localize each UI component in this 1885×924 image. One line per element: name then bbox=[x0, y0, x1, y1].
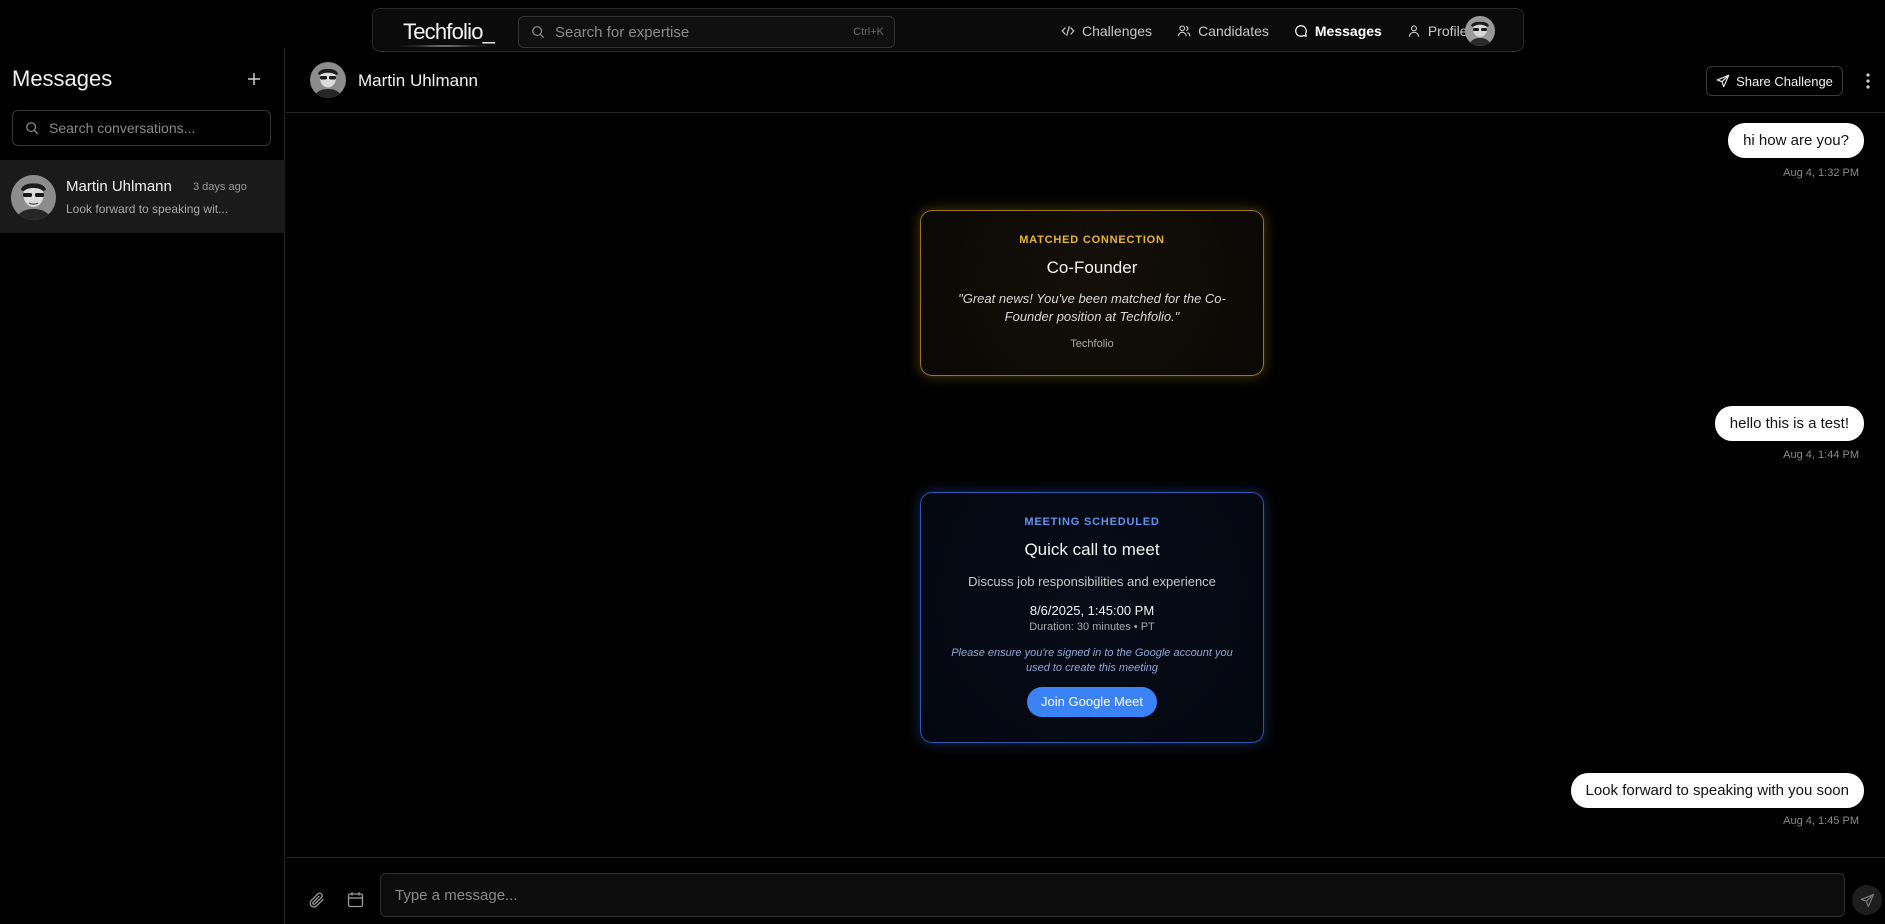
card-quote: "Great news! You've been matched for the… bbox=[958, 291, 1226, 324]
nav-messages[interactable]: Messages bbox=[1294, 23, 1382, 39]
nav-candidates-label: Candidates bbox=[1198, 23, 1269, 39]
new-conversation-icon[interactable] bbox=[243, 68, 265, 90]
conversation-item[interactable]: Martin Uhlmann 3 days ago Look forward t… bbox=[0, 160, 285, 233]
composer-divider bbox=[286, 857, 1885, 858]
more-options-icon[interactable] bbox=[1860, 69, 1876, 93]
nav-challenges[interactable]: Challenges bbox=[1061, 23, 1152, 39]
search-conversations-input[interactable]: Search conversations... bbox=[12, 110, 271, 146]
card-organization: Techfolio bbox=[1070, 338, 1114, 350]
code-icon bbox=[1061, 26, 1075, 36]
meeting-note: Please ensure you're signed in to the Go… bbox=[951, 647, 1233, 674]
sidebar-title: Messages bbox=[12, 66, 113, 91]
chat-header: Martin Uhlmann Share Challenge bbox=[286, 48, 1885, 113]
search-conversations-placeholder: Search conversations... bbox=[49, 120, 196, 136]
avatar-photo bbox=[310, 62, 346, 98]
search-placeholder: Search for expertise bbox=[555, 23, 690, 41]
share-challenge-button[interactable]: Share Challenge bbox=[1706, 66, 1843, 96]
card-kicker: MATCHED CONNECTION bbox=[1019, 234, 1165, 246]
card-title: Quick call to meet bbox=[1024, 540, 1160, 559]
message-input-placeholder: Type a message... bbox=[395, 886, 518, 904]
user-icon bbox=[1408, 25, 1419, 37]
avatar-photo bbox=[1465, 16, 1495, 46]
join-google-meet-button[interactable]: Join Google Meet bbox=[1027, 687, 1157, 717]
nav-candidates[interactable]: Candidates bbox=[1177, 23, 1269, 39]
meeting-duration: Duration: 30 minutes • PT bbox=[1029, 621, 1155, 633]
message-bubble: Look forward to speaking with you soon bbox=[1570, 773, 1864, 808]
conversation-time: 3 days ago bbox=[193, 181, 247, 193]
users-icon bbox=[1177, 25, 1191, 37]
message-timestamp: Aug 4, 1:32 PM bbox=[1783, 167, 1859, 179]
nav-messages-label: Messages bbox=[1314, 23, 1382, 39]
meeting-datetime: 8/6/2025, 1:45:00 PM bbox=[1029, 603, 1155, 618]
search-icon bbox=[532, 26, 544, 38]
message-input[interactable]: Type a message... bbox=[380, 873, 1845, 917]
message-timestamp: Aug 4, 1:45 PM bbox=[1783, 815, 1859, 827]
message-bubble: hi how are you? bbox=[1728, 123, 1864, 158]
share-challenge-label: Share Challenge bbox=[1736, 73, 1833, 89]
conversation-name: Martin Uhlmann bbox=[66, 178, 172, 195]
conversation-avatar bbox=[11, 175, 56, 220]
card-kicker: MEETING SCHEDULED bbox=[1024, 516, 1160, 528]
meeting-description: Discuss job responsibilities and experie… bbox=[968, 574, 1216, 589]
send-icon bbox=[1716, 74, 1730, 88]
message-timestamp: Aug 4, 1:44 PM bbox=[1783, 449, 1859, 461]
message-bubble: hello this is a test! bbox=[1714, 406, 1864, 441]
search-shortcut-hint: Ctrl+K bbox=[853, 26, 884, 38]
avatar-photo bbox=[11, 175, 56, 220]
conversation-preview: Look forward to speaking wit... bbox=[66, 202, 229, 216]
user-avatar[interactable] bbox=[1465, 16, 1495, 46]
search-icon bbox=[26, 122, 38, 134]
top-navigation: Techfolio_ Search for expertise Ctrl+K C… bbox=[372, 8, 1524, 52]
app-logo[interactable]: Techfolio_ bbox=[403, 19, 495, 45]
expertise-search-input[interactable]: Search for expertise Ctrl+K bbox=[518, 16, 895, 48]
nav-profile-label: Profile bbox=[1427, 23, 1468, 39]
nav-profile[interactable]: Profile bbox=[1407, 23, 1468, 39]
contact-name: Martin Uhlmann bbox=[358, 71, 478, 90]
card-title: Co-Founder bbox=[1046, 258, 1138, 277]
nav-challenges-label: Challenges bbox=[1082, 23, 1153, 39]
send-message-button[interactable] bbox=[1852, 885, 1882, 915]
nav-links: Challenges Candidates Messages Profile bbox=[1061, 9, 1493, 53]
logo-underline-glow bbox=[397, 45, 493, 47]
chat-icon bbox=[1295, 25, 1307, 37]
meeting-scheduled-card: MEETING SCHEDULED Quick call to meet Dis… bbox=[920, 492, 1264, 743]
send-icon bbox=[1860, 893, 1874, 907]
conversations-sidebar: Messages Search conversations... Martin … bbox=[0, 48, 285, 924]
contact-avatar[interactable] bbox=[310, 62, 346, 98]
paperclip-icon[interactable] bbox=[308, 891, 326, 909]
calendar-icon[interactable] bbox=[347, 891, 364, 908]
matched-connection-card: MATCHED CONNECTION Co-Founder "Great new… bbox=[920, 210, 1264, 376]
